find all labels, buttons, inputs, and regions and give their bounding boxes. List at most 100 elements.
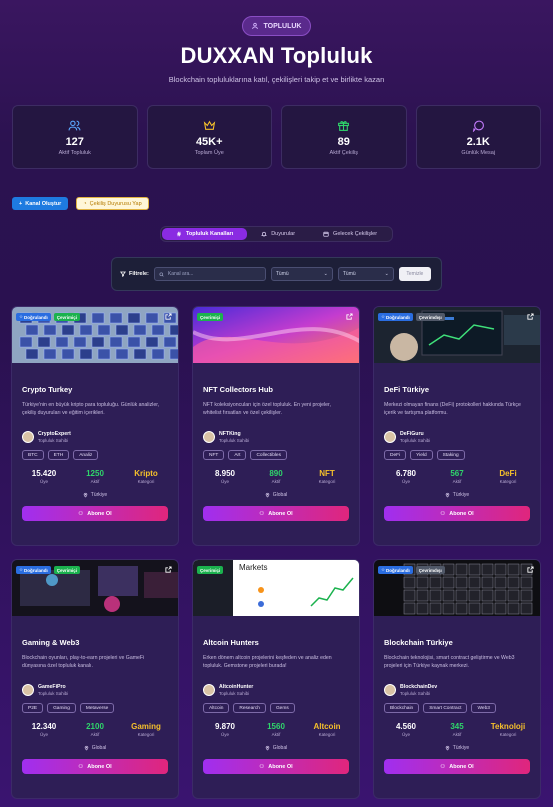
tag-chip[interactable]: Staking <box>436 450 465 460</box>
subscribe-button[interactable]: ⚇ Abone Ol <box>22 506 168 521</box>
category-select-value: Tümü <box>275 271 289 277</box>
card-stats: 15.420 Üye 1250 Aktif Kripto Kategori <box>22 469 168 484</box>
card-cover-image: ☆ Doğrulandı Çevrimiçi <box>12 307 178 363</box>
active-stat: 345 Aktif <box>437 722 477 737</box>
owner-name[interactable]: DeFiGuru <box>400 431 430 437</box>
tab-label: Gelecek Çekilişler <box>333 231 378 237</box>
card-title[interactable]: Blockchain Türkiye <box>384 638 530 647</box>
tab-calendar[interactable]: Gelecek Çekilişler <box>309 228 391 240</box>
search-placeholder: Kanal ara... <box>167 271 194 277</box>
card-description: Blockchain oyunları, play-to-earn projel… <box>22 655 145 669</box>
filter-icon <box>120 271 126 277</box>
active-label: Aktif <box>271 479 281 484</box>
tab-hash[interactable]: Topluluk Kanalları <box>161 228 248 240</box>
external-link-icon[interactable] <box>527 313 534 320</box>
tag-chip[interactable]: Blockchain <box>384 703 420 713</box>
avatar <box>22 431 34 443</box>
clear-button[interactable]: Temizle <box>398 267 431 281</box>
bell-icon <box>261 231 268 237</box>
card-title[interactable]: Gaming & Web3 <box>22 638 168 647</box>
tab-bar: Topluluk Kanalları Duyurular Gelecek Çek… <box>159 226 394 242</box>
members-label: Üye <box>220 479 229 484</box>
subscribe-button[interactable]: ⚇ Abone Ol <box>203 506 349 521</box>
card-body: Altcoin Hunters Erken dönem altcoin proj… <box>193 638 359 774</box>
tag-chip[interactable]: ETH <box>47 450 70 460</box>
star-icon: ☆ <box>381 567 386 572</box>
announce-raffle-button[interactable]: ◔ Çekiliş Duyurusu Yap <box>76 197 149 210</box>
tag-chip[interactable]: Art <box>228 450 247 460</box>
owner-name[interactable]: NFTKing <box>219 431 249 437</box>
tag-chip[interactable]: P2E <box>22 703 44 713</box>
tag-chip[interactable]: Gems <box>269 703 295 713</box>
subscribe-button[interactable]: ⚇ Abone Ol <box>22 759 168 774</box>
tag-chip[interactable]: Altcoin <box>203 703 230 713</box>
category-select[interactable]: Tümü ⌄ <box>270 267 333 281</box>
card-title[interactable]: Altcoin Hunters <box>203 638 349 647</box>
filter-label-group: Filtrele: <box>120 271 149 277</box>
members-label: Üye <box>401 479 410 484</box>
owner-name[interactable]: AltcoinHunter <box>219 684 253 690</box>
search-input[interactable]: Kanal ara... <box>153 267 266 281</box>
tab-label: Duyurular <box>271 231 296 237</box>
stat-value: 2.1K <box>466 135 490 148</box>
tag-chip[interactable]: Gaming <box>47 703 76 713</box>
tag-chip[interactable]: Collectibles <box>250 450 287 460</box>
region-select[interactable]: Tümü ⌄ <box>337 267 394 281</box>
tag-chip[interactable]: NFT <box>203 450 225 460</box>
user-plus-icon: ⚇ <box>259 510 265 517</box>
external-link-icon[interactable] <box>346 313 353 320</box>
card-stats: 8.950 Üye 890 Aktif NFT Kategori <box>203 469 349 484</box>
status-badge: Çevrimiçi <box>53 313 81 321</box>
owner-name[interactable]: CryptoExpert <box>38 431 71 437</box>
card-title[interactable]: DeFi Türkiye <box>384 385 530 394</box>
create-channel-button[interactable]: + Kanal Oluştur <box>12 197 69 210</box>
external-link-icon[interactable] <box>165 313 172 320</box>
tag-chip[interactable]: DeFi <box>384 450 407 460</box>
tag-chip[interactable]: Metaverse <box>79 703 115 713</box>
subscribe-button[interactable]: ⚇ Abone Ol <box>203 759 349 774</box>
channel-card[interactable]: ☆ Doğrulandı Çevrimdışı DeFi Türkiye Merke… <box>373 306 541 546</box>
active-label: Aktif <box>90 479 100 484</box>
members-label: Üye <box>401 732 410 737</box>
announce-raffle-label: Çekiliş Duyurusu Yap <box>89 200 142 207</box>
owner-name[interactable]: BlockchainDev <box>400 684 437 690</box>
external-link-icon[interactable] <box>527 566 534 573</box>
owner-row: NFTKing Topluluk Sahibi <box>203 431 349 443</box>
tag-chip[interactable]: Yield <box>410 450 433 460</box>
channel-card[interactable]: ☆ Doğrulandı Çevrimiçi Gaming & Web3 Block… <box>11 559 179 799</box>
card-title[interactable]: Crypto Turkey <box>22 385 168 394</box>
channel-card[interactable]: ☆ Doğrulandı Çevrimiçi Crypto Turkey Türki… <box>11 306 179 546</box>
tab-bell[interactable]: Duyurular <box>247 228 309 240</box>
external-link-icon[interactable] <box>346 566 353 573</box>
owner-role: Topluluk Sahibi <box>400 438 431 443</box>
location: Türkiye <box>22 492 168 498</box>
subscribe-button[interactable]: ⚇ Abone Ol <box>384 506 530 521</box>
members-label: Üye <box>39 732 48 737</box>
external-link-icon[interactable] <box>165 566 172 573</box>
status-badge: ☆ Doğrulandı <box>378 566 413 574</box>
badge-group: ☆ Doğrulandı Çevrimdışı <box>378 566 445 574</box>
subscribe-label: Abone Ol <box>449 510 474 517</box>
category-stat: Gaming Kategori <box>126 722 166 737</box>
owner-role: Topluluk Sahibi <box>38 691 69 696</box>
tag-chip[interactable]: BTC <box>22 450 44 460</box>
channel-card[interactable]: Çevrimiçi NFT Collectors Hub NFT koleksi… <box>192 306 360 546</box>
members-value: 4.560 <box>395 722 417 731</box>
card-title[interactable]: NFT Collectors Hub <box>203 385 349 394</box>
location-pin-icon <box>265 492 270 498</box>
tag-chip[interactable]: Web3 <box>471 703 496 713</box>
tag-chip[interactable]: Research <box>233 703 266 713</box>
tab-label: Topluluk Kanalları <box>185 231 234 237</box>
tag-chip[interactable]: Analiz <box>73 450 99 460</box>
location-label: Türkiye <box>452 745 470 751</box>
card-stats: 4.560 Üye 345 Aktif Teknoloji Kategori <box>384 722 530 737</box>
svg-text:Markets: Markets <box>239 563 267 572</box>
active-stat: 2100 Aktif <box>75 722 115 737</box>
create-channel-label: Kanal Oluştur <box>25 200 62 207</box>
channel-card[interactable]: Markets Çevrimiçi Altcoin Hunters Erken … <box>192 559 360 799</box>
owner-name[interactable]: GameFiPro <box>38 684 68 690</box>
channel-card[interactable]: ☆ Doğrulandı Çevrimdışı Blockchain Türkiye… <box>373 559 541 799</box>
status-badge: Çevrimdışı <box>415 313 445 321</box>
subscribe-button[interactable]: ⚇ Abone Ol <box>384 759 530 774</box>
tag-chip[interactable]: Smart Contract <box>423 703 468 713</box>
